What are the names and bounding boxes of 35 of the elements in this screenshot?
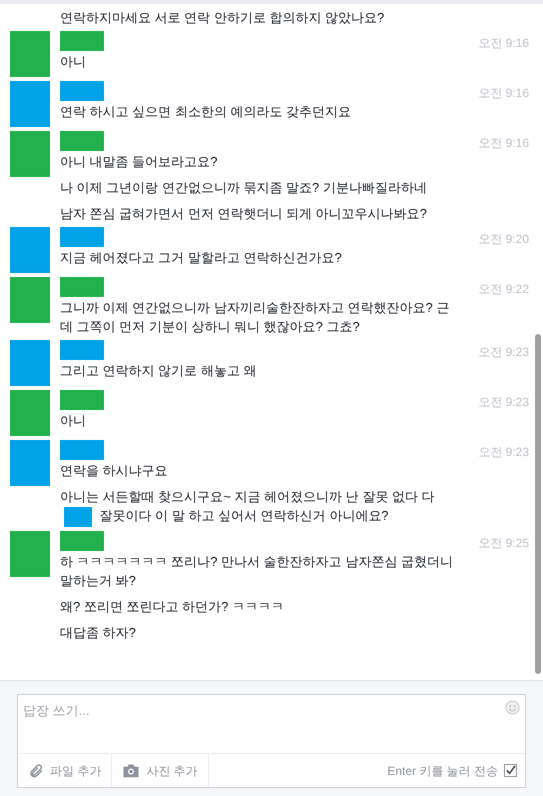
reply-box[interactable]: 답장 쓰기... 파일 추가 사진 추가 Enter 키를 눌러 전송 [17, 694, 526, 788]
smiley-icon[interactable] [505, 700, 520, 715]
message-time: 오전 9:16 [478, 36, 529, 50]
message-time: 오전 9:23 [478, 445, 529, 459]
check-icon [505, 765, 516, 776]
scrollbar[interactable] [535, 334, 541, 674]
message-time: 오전 9:16 [478, 86, 529, 100]
message-time: 오전 9:20 [478, 232, 529, 246]
message-text: 대답좀 하자? [60, 624, 137, 642]
camera-icon [122, 763, 140, 778]
message-text: 아니 내말좀 들어보라고요? [60, 153, 218, 171]
message-text: 그리고 연락하지 않기로 해놓고 왜 [60, 362, 258, 380]
send-on-enter-checkbox[interactable] [504, 764, 517, 777]
message-text: 아니 [60, 412, 87, 430]
message-text: 연락하지마세요 서로 연락 안하기로 합의하지 않았나요? [60, 9, 386, 27]
message-time: 오전 9:16 [478, 136, 529, 150]
message-text: 연락을 하시냐구요 [60, 462, 169, 480]
message-text: 왜? 쪼리면 쪼린다고 하던가? ㅋㅋㅋㅋ [60, 598, 285, 616]
reply-field[interactable]: 답장 쓰기... [23, 700, 505, 720]
message-text: 지금 헤어졌다고 그거 말할라고 연락하신건가요? [60, 249, 343, 267]
message-text: 하 ㅋㅋㅋㅋㅋㅋㅋ 쪼리나? 만나서 술한잔하자고 남자쫀심 굽혔더니 말하는거 봐? [60, 552, 454, 590]
message-text: 아니 [60, 53, 87, 71]
add-file-button[interactable]: 파일 추가 [18, 754, 112, 787]
send-on-enter-label: Enter 키를 눌러 전송 [387, 762, 498, 780]
message-text: 남자 쫀심 굽혀가면서 먼저 연락햇더니 되게 아니꼬우시나봐요? [60, 205, 428, 223]
paperclip-icon [28, 762, 44, 778]
message-time: 오전 9:23 [478, 395, 529, 409]
message-text: 나 이제 그년이랑 연간없으니까 묶지좀 말죠? 기분나빠질라하네 [60, 179, 428, 197]
message-time: 오전 9:22 [478, 282, 529, 296]
message-time: 오전 9:25 [478, 536, 529, 550]
message-text: 그니까 이제 연간없으니까 남자끼리술한잔하자고 연락했잔아요? 근데 그쪽이 먼저 기분이 상하니 뭐니 했잖아요? 그쵸? [60, 299, 450, 336]
message-time: 오전 9:23 [478, 345, 529, 359]
message-text: 아니는 서든할때 찾으시구요~ 지금 헤어졌으니까 난 잘못 없다 다 잘못이다 이 말 하고 싶어서 연락하신거 아니에요? [60, 487, 455, 527]
message-text: 연락 하시고 싶으면 최소한의 예의라도 갖추던지요 [60, 103, 352, 121]
add-photo-button[interactable]: 사진 추가 [112, 754, 209, 787]
